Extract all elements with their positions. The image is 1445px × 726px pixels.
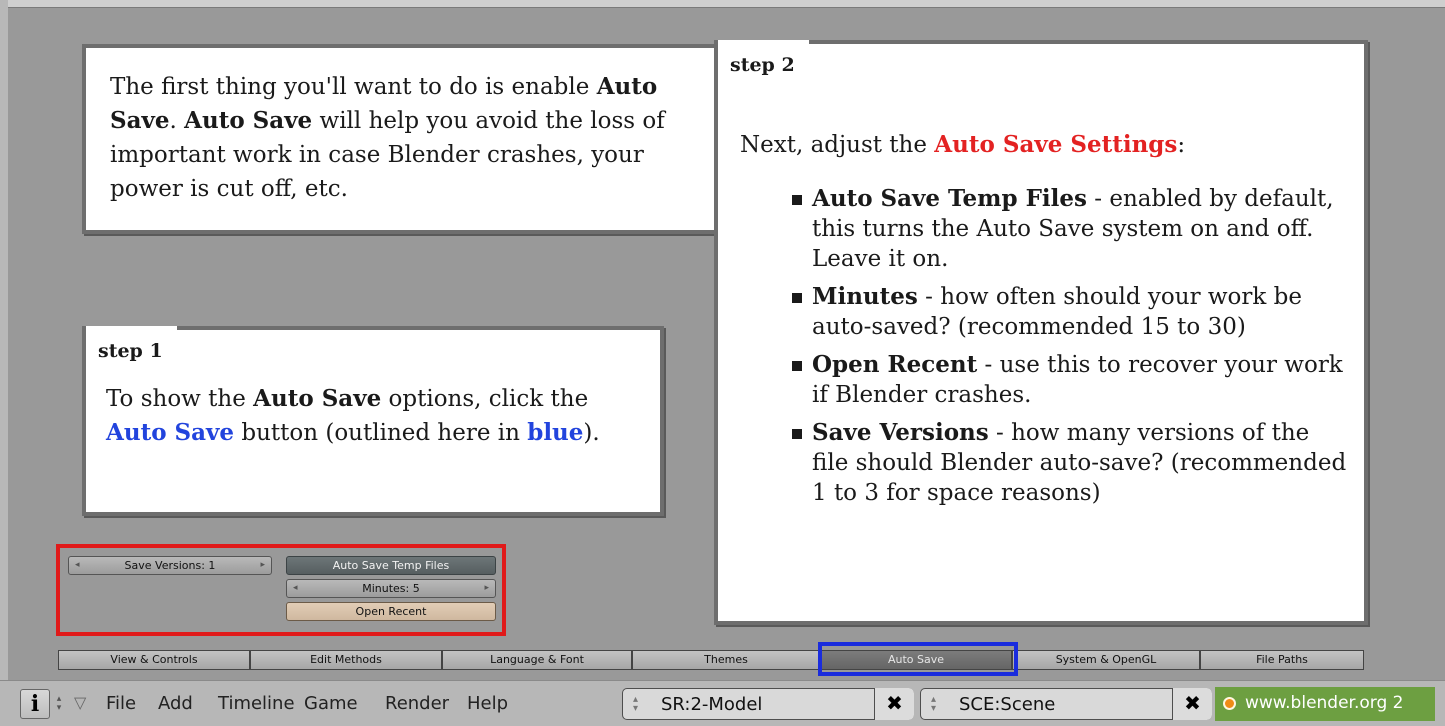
left-border [0,0,8,680]
decrement-arrow-icon[interactable]: ◂ [75,557,80,574]
step1-tab: step 1 [86,326,177,366]
updown-arrows-icon[interactable]: ▴ ▾ [633,695,638,714]
screen-name[interactable]: SR:2-Model [661,694,762,715]
tab-themes[interactable]: Themes [632,650,820,670]
tab-file-paths[interactable]: File Paths [1200,650,1364,670]
step2-tab: step 2 [718,40,809,80]
list-item: Open Recent - use this to recover your w… [790,350,1348,410]
list-item: Save Versions - how many versions of the… [790,418,1348,508]
blender-url[interactable]: www.blender.org 2 [1245,693,1404,713]
list-item: Auto Save Temp Files - enabled by defaul… [790,184,1348,274]
intro-text: The first thing you'll want to do is ena… [110,73,665,202]
close-icon[interactable]: ✖ [1172,688,1212,720]
blender-header: i ▴ ▾ ▽ File Add Timeline Game Render Hel… [0,680,1445,726]
decrement-arrow-icon[interactable]: ◂ [293,580,298,597]
intro-callout: The first thing you'll want to do is ena… [82,44,722,234]
collapse-triangle-icon[interactable]: ▽ [74,693,86,712]
preferences-tab-bar: View & Controls Edit Methods Language & … [58,650,1364,670]
list-item: Minutes - how often should your work be … [790,282,1348,342]
minutes-field[interactable]: ◂ Minutes: 5 ▸ [286,579,496,598]
tab-system-opengl[interactable]: System & OpenGL [1012,650,1200,670]
scene-name[interactable]: SCE:Scene [959,694,1055,715]
step1-callout: step 1 To show the Auto Save options, cl… [82,326,664,516]
open-recent-button[interactable]: Open Recent [286,602,496,621]
step2-intro: Next, adjust the Auto Save Settings: [740,131,1186,158]
step2-body: Next, adjust the Auto Save Settings: Aut… [740,128,1348,516]
save-versions-field[interactable]: ◂ Save Versions: 1 ▸ [68,556,272,575]
tab-edit-methods[interactable]: Edit Methods [250,650,442,670]
auto-save-settings-panel: ◂ Save Versions: 1 ▸ Auto Save Temp File… [56,544,506,636]
blender-link[interactable]: www.blender.org 2 [1215,687,1435,721]
menu-file[interactable]: File [106,693,136,714]
screen-selector[interactable]: ▴ ▾ SR:2-Model ✖ [622,688,914,720]
step2-callout: step 2 Next, adjust the Auto Save Settin… [714,40,1368,625]
info-icon[interactable]: i [20,689,50,719]
menu-render[interactable]: Render [385,693,449,714]
step1-text: To show the Auto Save options, click the… [106,385,600,446]
auto-save-temp-files-toggle[interactable]: Auto Save Temp Files [286,556,496,575]
increment-arrow-icon[interactable]: ▸ [484,580,489,597]
scene-selector[interactable]: ▴ ▾ SCE:Scene ✖ [920,688,1212,720]
menu-add[interactable]: Add [158,693,193,714]
updown-arrows-icon[interactable]: ▴ ▾ [53,695,65,713]
settings-list: Auto Save Temp Files - enabled by defaul… [790,184,1348,508]
updown-arrows-icon[interactable]: ▴ ▾ [931,695,936,714]
tab-auto-save[interactable]: Auto Save [820,650,1012,670]
menu-game[interactable]: Game [304,693,358,714]
menu-timeline[interactable]: Timeline [218,693,295,714]
tab-view-controls[interactable]: View & Controls [58,650,250,670]
auto-save-link: Auto Save [106,419,235,446]
menu-help[interactable]: Help [467,693,508,714]
close-icon[interactable]: ✖ [874,688,914,720]
top-border [0,0,1445,8]
tab-language-font[interactable]: Language & Font [442,650,632,670]
increment-arrow-icon[interactable]: ▸ [260,557,265,574]
blender-logo-icon [1223,697,1236,710]
